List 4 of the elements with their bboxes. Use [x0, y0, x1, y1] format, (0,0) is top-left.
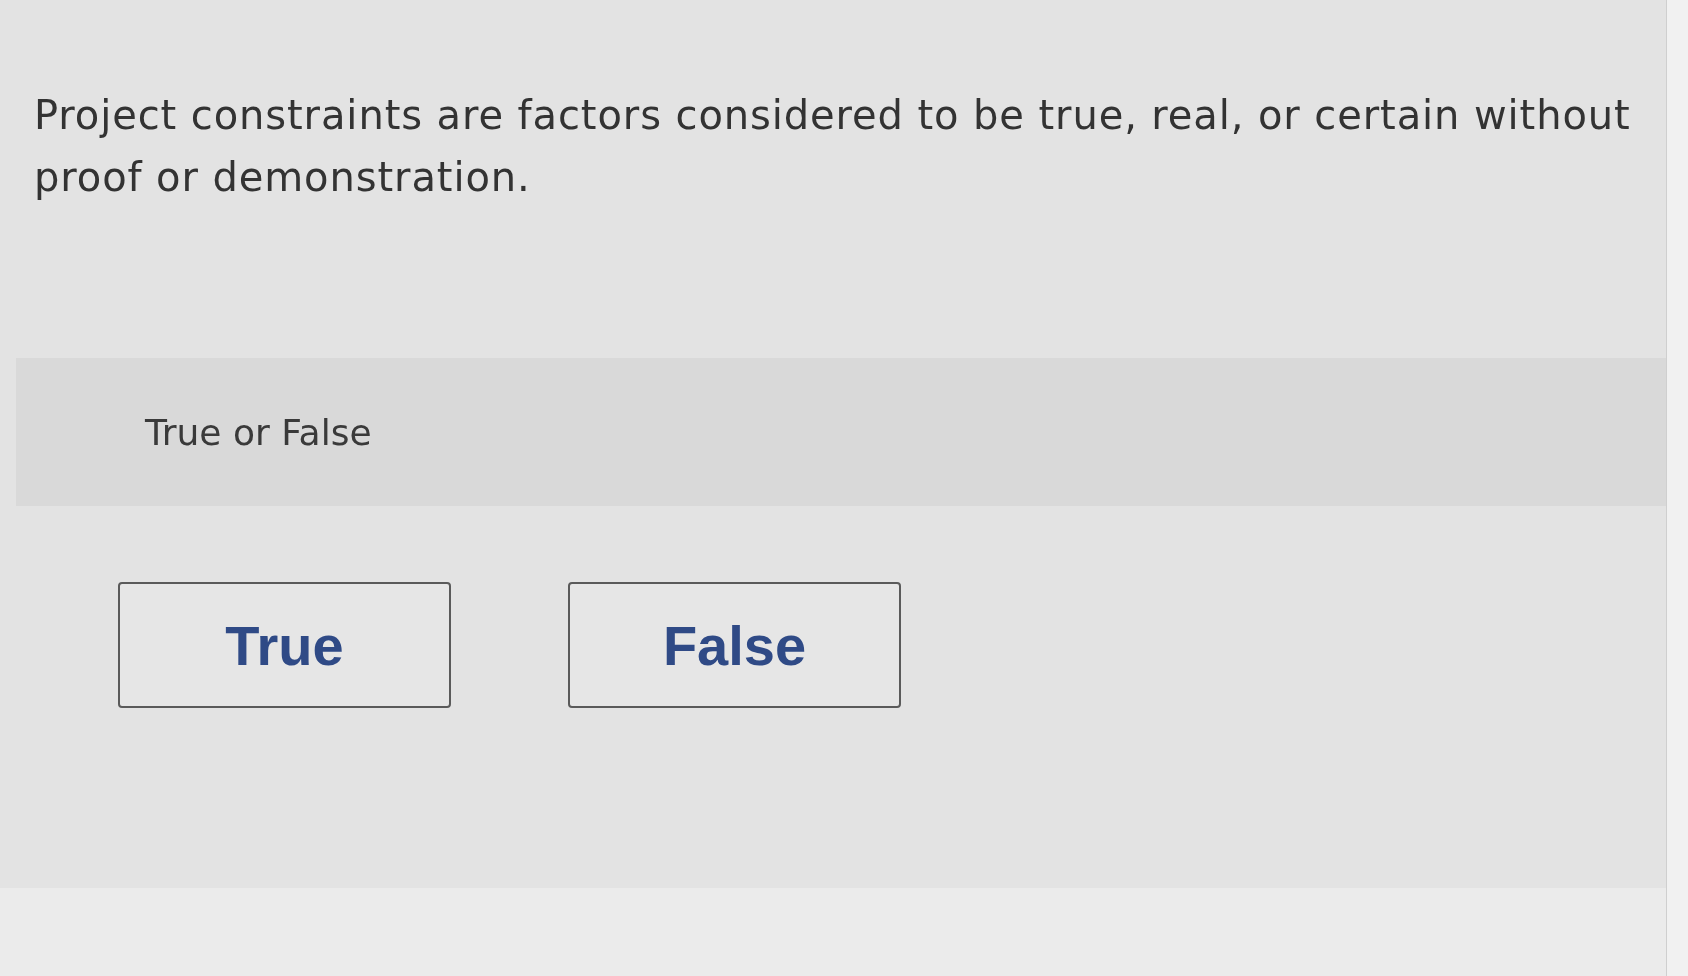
question-text: Project constraints are factors considered to be true, real, or certain without proof or demonstration.: [34, 91, 1632, 202]
answer-type-label: True or False: [145, 411, 372, 453]
answer-option-button[interactable]: False: [568, 582, 901, 708]
answer-option-button[interactable]: True: [118, 582, 451, 708]
